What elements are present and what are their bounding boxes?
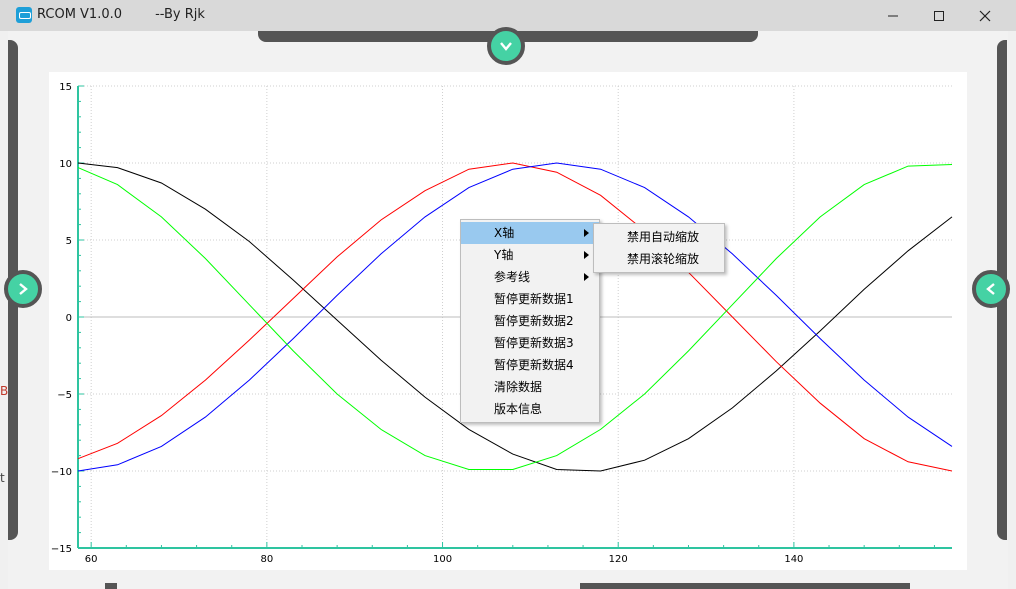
menu-item-pause-data-3[interactable]: 暂停更新数据3 xyxy=(461,332,599,354)
menu-item-pause-data-4[interactable]: 暂停更新数据4 xyxy=(461,354,599,376)
left-toggle-button[interactable] xyxy=(4,270,42,308)
top-toggle-button[interactable] xyxy=(487,27,525,65)
submenu-arrow-icon xyxy=(584,251,589,259)
y-tick-label: 5 xyxy=(66,236,72,247)
x-tick-label: 100 xyxy=(433,554,452,565)
window-title: RCOM V1.0.0 --By Rjk xyxy=(37,7,205,22)
y-tick-label: −5 xyxy=(57,390,72,401)
chevron-left-icon xyxy=(986,283,995,295)
y-tick-label: 0 xyxy=(66,313,72,324)
y-tick-label: −10 xyxy=(51,467,72,478)
submenu-arrow-icon xyxy=(584,229,589,237)
close-button[interactable] xyxy=(962,0,1008,31)
minimize-button[interactable] xyxy=(870,0,916,31)
x-tick-label: 80 xyxy=(260,554,273,565)
x-axis-submenu: 禁用自动缩放 禁用滚轮缩放 xyxy=(593,223,725,273)
background-edge-right xyxy=(1008,31,1016,589)
y-tick-label: 10 xyxy=(59,159,72,170)
chevron-right-icon xyxy=(19,283,28,295)
menu-item-clear-data[interactable]: 清除数据 xyxy=(461,376,599,398)
menu-item-reference-line[interactable]: 参考线 xyxy=(461,266,599,288)
menu-item-pause-data-1[interactable]: 暂停更新数据1 xyxy=(461,288,599,310)
terminal-icon xyxy=(16,7,32,23)
background-text-fragment: t xyxy=(0,471,5,485)
menu-item-x-axis[interactable]: X轴 xyxy=(461,222,599,244)
menu-item-disable-wheel-zoom[interactable]: 禁用滚轮缩放 xyxy=(594,248,724,270)
maximize-button[interactable] xyxy=(916,0,962,31)
x-tick-label: 120 xyxy=(609,554,628,565)
menu-item-version-info[interactable]: 版本信息 xyxy=(461,398,599,420)
x-tick-label: 60 xyxy=(85,554,98,565)
bottom-drawer-fragment xyxy=(580,583,910,589)
right-toggle-button[interactable] xyxy=(972,270,1010,308)
bottom-drawer-fragment xyxy=(105,583,117,589)
chevron-down-icon xyxy=(500,42,512,51)
x-tick-label: 140 xyxy=(784,554,803,565)
close-icon xyxy=(979,10,991,22)
y-tick-label: −15 xyxy=(51,544,72,555)
y-tick-label: 15 xyxy=(59,82,72,93)
menu-item-y-axis[interactable]: Y轴 xyxy=(461,244,599,266)
minimize-icon xyxy=(888,15,898,17)
submenu-arrow-icon xyxy=(584,273,589,281)
context-menu: X轴 Y轴 参考线 暂停更新数据1 暂停更新数据2 暂停更新数据3 暂停更新数据… xyxy=(460,219,600,423)
background-edge-left xyxy=(0,31,8,589)
menu-item-disable-auto-scale[interactable]: 禁用自动缩放 xyxy=(594,226,724,248)
background-text-fragment: B xyxy=(0,384,9,398)
menu-item-pause-data-2[interactable]: 暂停更新数据2 xyxy=(461,310,599,332)
maximize-icon xyxy=(934,11,944,21)
